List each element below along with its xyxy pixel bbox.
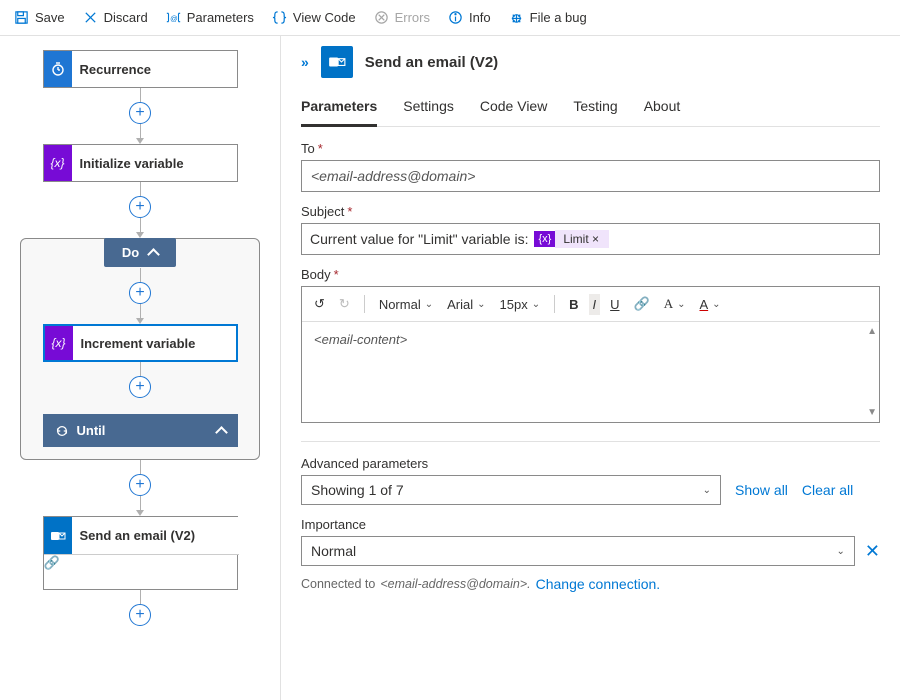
undo-button[interactable]: ↺ [310,293,329,315]
node-increment-variable[interactable]: {x} Increment variable [43,324,238,362]
subject-text: Current value for "Limit" variable is: [310,231,528,247]
action-panel: » Send an email (V2) Parameters Settings… [280,36,900,700]
tab-about[interactable]: About [644,92,681,126]
show-all-link[interactable]: Show all [735,482,788,498]
link-button[interactable]: 🔗 [630,293,654,315]
bold-button[interactable]: B [565,294,582,315]
file-bug-label: File a bug [530,10,587,25]
add-step-button[interactable]: + [129,102,151,124]
editor-body[interactable]: <email-content> ▲ ▼ [302,322,879,422]
error-icon [374,10,389,25]
discard-label: Discard [104,10,148,25]
outlook-icon [50,528,66,544]
to-label: To* [301,141,880,156]
do-header[interactable]: Do [104,238,176,267]
discard-button[interactable]: Discard [77,6,154,29]
info-icon [448,10,463,25]
chevron-up-icon [147,248,160,261]
save-button[interactable]: Save [8,6,71,29]
outlook-icon [321,46,353,78]
highlight-button[interactable]: A ⌄ [695,294,724,315]
do-label: Do [122,245,139,260]
node-label: Increment variable [73,336,196,351]
to-field[interactable]: <email-address@domain> [301,160,880,192]
subject-label: Subject* [301,204,880,219]
parameters-icon: @ [166,10,181,25]
body-label: Body* [301,267,880,282]
save-label: Save [35,10,65,25]
loop-icon [55,424,69,438]
save-icon [14,10,29,25]
add-step-button[interactable]: + [129,376,151,398]
parameters-button[interactable]: @ Parameters [160,6,260,29]
variable-icon: {x} [50,156,64,170]
panel-tabs: Parameters Settings Code View Testing Ab… [301,92,880,127]
node-send-email-wrapper: Send an email (V2) 🔗 [43,516,238,590]
underline-button[interactable]: U [606,294,623,315]
add-step-button[interactable]: + [129,474,151,496]
scroll-down-icon[interactable]: ▼ [867,407,877,418]
node-label: Initialize variable [72,156,184,171]
node-label: Send an email (V2) [72,528,196,543]
add-step-button[interactable]: + [129,282,151,304]
node-recurrence[interactable]: Recurrence [43,50,238,88]
errors-label: Errors [395,10,430,25]
info-label: Info [469,10,491,25]
italic-button[interactable]: I [589,294,601,315]
node-label: Recurrence [72,62,152,77]
font-size-select[interactable]: 15px ⌄ [496,294,545,315]
advanced-heading: Advanced parameters [301,456,880,471]
node-send-email[interactable]: Send an email (V2) [44,517,239,555]
errors-button: Errors [368,6,436,29]
variable-icon: {x} [534,231,555,247]
view-code-label: View Code [293,10,356,25]
chevron-up-icon [215,426,228,439]
variable-icon: {x} [51,336,65,350]
advanced-params-select[interactable]: Showing 1 of 7⌄ [301,475,721,505]
bug-icon [509,10,524,25]
until-header[interactable]: Until [43,414,238,447]
collapse-panel-button[interactable]: » [301,54,309,70]
link-icon: 🔗 [44,555,60,570]
connection-info: Connected to <email-address@domain>. Cha… [301,576,880,592]
info-button[interactable]: Info [442,6,497,29]
subject-field[interactable]: Current value for "Limit" variable is: {… [301,223,880,255]
until-label: Until [77,423,106,438]
node-initialize-variable[interactable]: {x} Initialize variable [43,144,238,182]
importance-label: Importance [301,517,880,532]
svg-text:@: @ [170,14,178,23]
redo-button: ↻ [335,293,354,315]
remove-field-button[interactable]: ✕ [865,541,880,562]
add-step-button[interactable]: + [129,604,151,626]
tab-settings[interactable]: Settings [403,92,454,126]
font-family-select[interactable]: Arial ⌄ [443,294,489,315]
tab-code-view[interactable]: Code View [480,92,547,126]
clear-all-link[interactable]: Clear all [802,482,853,498]
importance-select[interactable]: Normal⌄ [301,536,855,566]
braces-icon [272,10,287,25]
parameters-label: Parameters [187,10,254,25]
change-connection-link[interactable]: Change connection. [536,576,661,592]
token-limit[interactable]: {x} Limit × [534,230,609,248]
text-color-button[interactable]: A ⌄ [660,293,690,315]
scroll-up-icon[interactable]: ▲ [867,326,877,337]
command-bar: Save Discard @ Parameters View Code Erro… [0,0,900,36]
panel-title: Send an email (V2) [365,54,498,71]
editor-toolbar: ↺ ↻ Normal ⌄ Arial ⌄ 15px ⌄ B I U 🔗 A ⌄ … [302,287,879,322]
rich-text-editor: ↺ ↻ Normal ⌄ Arial ⌄ 15px ⌄ B I U 🔗 A ⌄ … [301,286,880,423]
paragraph-style-select[interactable]: Normal ⌄ [375,294,437,315]
loop-container[interactable]: Do + {x} Increment variable + Until [20,238,260,460]
file-bug-button[interactable]: File a bug [503,6,593,29]
close-icon [83,10,98,25]
tab-testing[interactable]: Testing [573,92,617,126]
add-step-button[interactable]: + [129,196,151,218]
workflow-canvas[interactable]: Recurrence + {x} Initialize variable + D… [0,36,280,700]
view-code-button[interactable]: View Code [266,6,362,29]
clock-icon [50,61,66,77]
tab-parameters[interactable]: Parameters [301,92,377,127]
